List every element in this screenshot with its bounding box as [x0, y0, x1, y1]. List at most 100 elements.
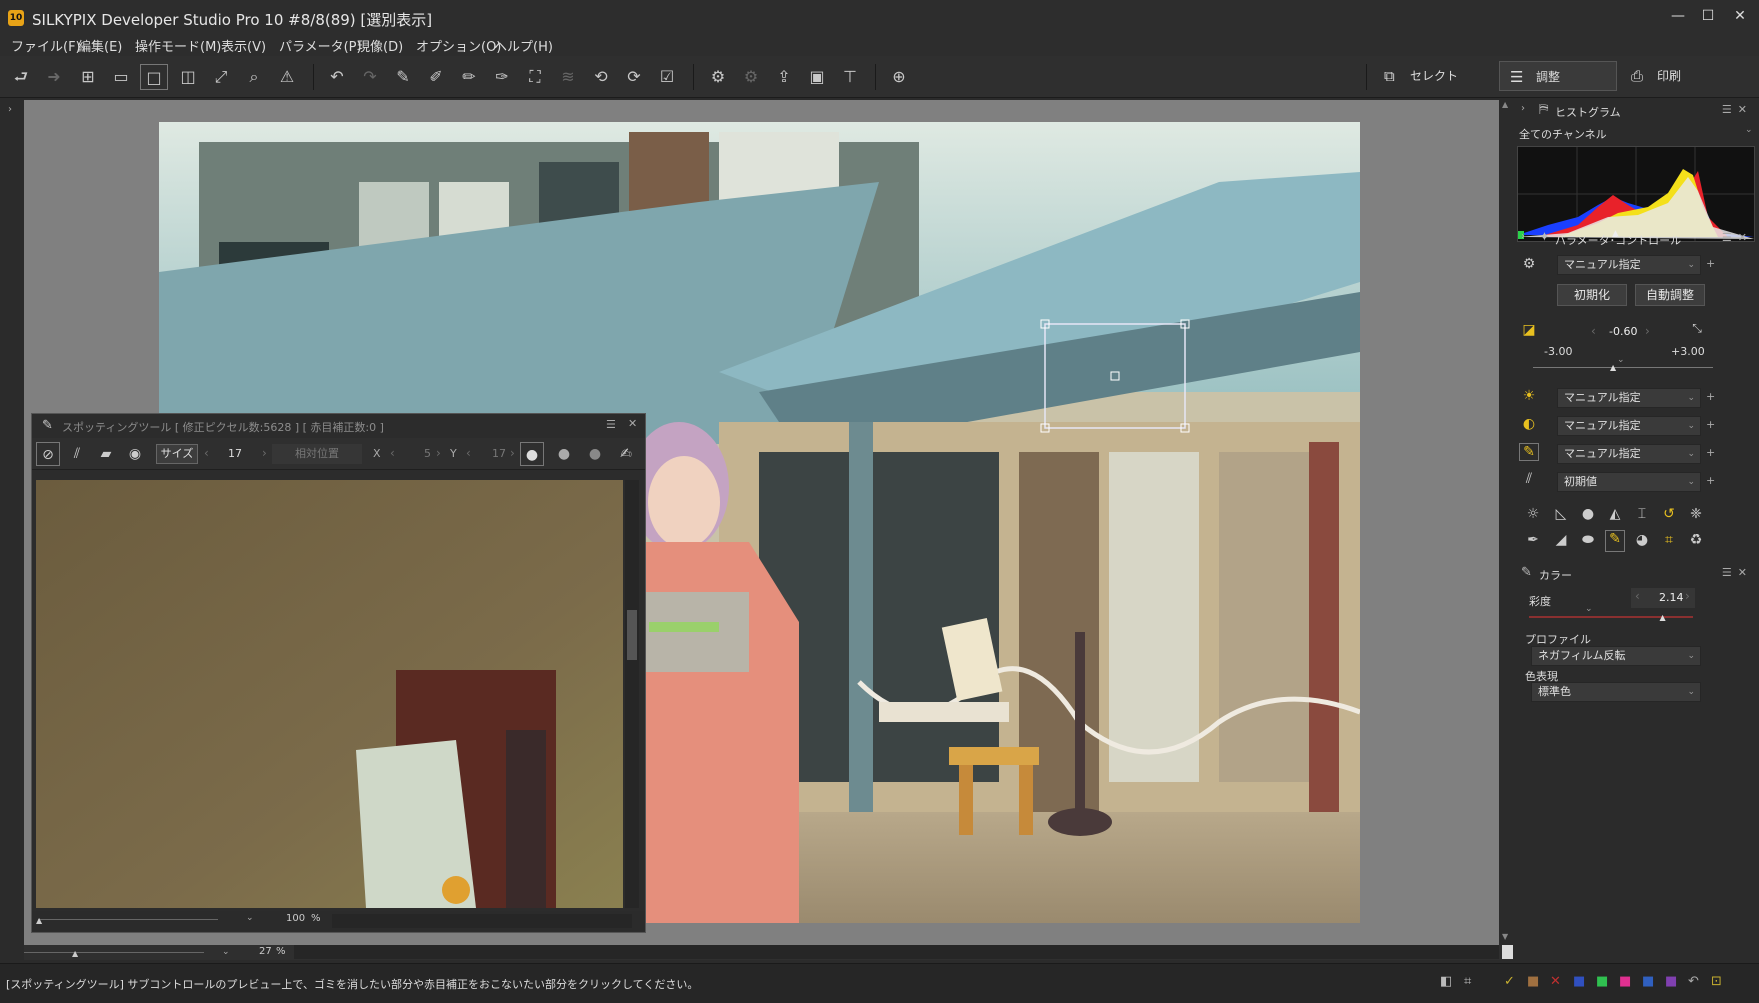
- medium-circle-icon[interactable]: ●: [552, 442, 576, 466]
- saturation-slider[interactable]: [1529, 616, 1693, 618]
- eraser-icon[interactable]: ▰: [94, 442, 118, 466]
- preview-zoom-track[interactable]: [38, 919, 218, 920]
- rotate-left-icon[interactable]: ⟲: [587, 64, 615, 90]
- size-increment-icon[interactable]: ›: [262, 446, 267, 460]
- zoom-dropdown-icon[interactable]: ⌄: [222, 947, 230, 957]
- export-icon[interactable]: ⇪: [770, 64, 798, 90]
- x-increment-icon[interactable]: ›: [436, 446, 441, 460]
- check-mark-icon[interactable]: ✓: [1504, 974, 1515, 989]
- sharpness-icon[interactable]: ✎: [1519, 443, 1539, 461]
- copy-param-icon[interactable]: ✎: [389, 64, 417, 90]
- y-decrement-icon[interactable]: ‹: [466, 446, 471, 460]
- size-button[interactable]: サイズ: [156, 444, 198, 464]
- transform-icon[interactable]: ⛶: [521, 64, 549, 90]
- spot-brush-icon[interactable]: ⫽: [65, 442, 89, 466]
- rotate-right-icon[interactable]: ⟳: [620, 64, 648, 90]
- next-icon[interactable]: ➜: [40, 64, 68, 90]
- minimize-button[interactable]: —: [1664, 6, 1692, 26]
- collapse-arrow-icon[interactable]: ›: [1521, 103, 1525, 114]
- menu-develop[interactable]: 現像(D): [357, 36, 403, 55]
- thumbnail-grid-icon[interactable]: ⊞: [74, 64, 102, 90]
- reject-icon[interactable]: ✕: [1550, 974, 1561, 989]
- label-blue-icon[interactable]: ■: [1573, 974, 1585, 989]
- zoom-slider-track[interactable]: [24, 952, 204, 953]
- reset-button[interactable]: 初期化: [1557, 284, 1627, 306]
- size-decrement-icon[interactable]: ‹: [204, 446, 209, 460]
- exposure-value[interactable]: -0.60: [1609, 325, 1637, 338]
- curve-tool-icon[interactable]: ◺: [1551, 506, 1571, 522]
- plus-icon[interactable]: +: [1706, 257, 1715, 270]
- maximize-button[interactable]: ☐: [1694, 6, 1722, 26]
- label-navy-icon[interactable]: ■: [1642, 974, 1654, 989]
- plus-icon[interactable]: +: [1706, 474, 1715, 487]
- fisheye-tool-icon[interactable]: ⬬: [1578, 532, 1598, 548]
- white-balance-icon[interactable]: ☀: [1519, 388, 1539, 404]
- eraser-pen-icon[interactable]: ✑: [488, 64, 516, 90]
- panel-menu-close-icon[interactable]: ☰✕: [1722, 103, 1753, 116]
- mode-print-tab[interactable]: ⎙ 印刷: [1621, 61, 1741, 91]
- preview-zoom-dropdown-icon[interactable]: ⌄: [246, 913, 254, 923]
- single-view-icon[interactable]: □: [140, 64, 168, 90]
- exposure-slider-thumb[interactable]: ▲: [1610, 363, 1616, 372]
- saturation-increment-icon[interactable]: ›: [1685, 589, 1690, 603]
- scroll-down-icon[interactable]: ▼: [1502, 932, 1508, 941]
- preset-dropdown[interactable]: マニュアル指定 ⌄: [1557, 255, 1701, 275]
- saturation-decrement-icon[interactable]: ‹: [1635, 589, 1640, 603]
- previous-icon[interactable]: ⮐: [7, 64, 35, 90]
- zoom-icon[interactable]: ⌕: [240, 64, 268, 90]
- menu-help[interactable]: ヘルプ(H): [494, 36, 553, 55]
- x-value[interactable]: 5: [424, 447, 431, 460]
- label-pink-icon[interactable]: ■: [1619, 974, 1631, 989]
- monitor-icon[interactable]: ▣: [803, 64, 831, 90]
- layers-icon[interactable]: ≋: [554, 64, 582, 90]
- expand-panel-icon[interactable]: ›: [8, 104, 12, 115]
- menu-options[interactable]: オプション(O): [416, 36, 501, 55]
- saturation-spinner[interactable]: ‹ 2.14 ›: [1631, 588, 1695, 608]
- histogram-channel-select[interactable]: 全てのチャンネル ⌄: [1513, 124, 1759, 142]
- menu-file[interactable]: ファイル(F): [11, 36, 81, 55]
- close-button[interactable]: ✕: [1726, 6, 1754, 26]
- label-purple-icon[interactable]: ■: [1665, 974, 1677, 989]
- batch-develop-icon[interactable]: ⚙: [737, 64, 765, 90]
- noise-dropdown[interactable]: 初期値 ⌄: [1557, 472, 1701, 492]
- compare-view-icon[interactable]: ◫: [174, 64, 202, 90]
- hard-circle-icon[interactable]: ●: [520, 442, 544, 466]
- y-increment-icon[interactable]: ›: [510, 446, 515, 460]
- profile-dropdown[interactable]: ネガフィルム反転 ⌄: [1531, 646, 1701, 666]
- tone-tool-icon[interactable]: ◢: [1551, 532, 1571, 548]
- menu-operation-mode[interactable]: 操作モード(M): [135, 36, 221, 55]
- filmstrip-icon[interactable]: ▭: [107, 64, 135, 90]
- fill-tool-icon[interactable]: ◕: [1632, 532, 1652, 548]
- preview-vscroll-thumb[interactable]: [627, 610, 637, 660]
- y-value[interactable]: 17: [492, 447, 506, 460]
- exposure-slider[interactable]: [1533, 367, 1713, 368]
- exposure-auto-icon[interactable]: ⤡: [1687, 321, 1707, 336]
- preview-hscroll[interactable]: [332, 914, 632, 928]
- histogram-header[interactable]: › ⛿ ヒストグラム ☰✕: [1513, 100, 1759, 122]
- contrast-dropdown[interactable]: マニュアル指定 ⌄: [1557, 416, 1701, 436]
- scroll-up-icon[interactable]: ▲: [1502, 100, 1508, 109]
- panel-menu-close-icon[interactable]: ☰✕: [1722, 566, 1753, 579]
- soft-circle-icon[interactable]: ●: [583, 442, 607, 466]
- size-value[interactable]: 17: [228, 447, 242, 460]
- color-header[interactable]: ✎ カラー ☰✕: [1513, 563, 1759, 585]
- plus-icon[interactable]: +: [1706, 446, 1715, 459]
- undo-mark-icon[interactable]: ↶: [1688, 974, 1699, 989]
- crop-tool-icon[interactable]: ⌗: [1659, 532, 1679, 548]
- menu-view[interactable]: 表示(V): [221, 36, 266, 55]
- preview-zoom-thumb[interactable]: ▲: [36, 916, 42, 925]
- param-control-header[interactable]: › ✦ パラメータ･コントロール ☰✕: [1513, 228, 1759, 250]
- viewport-vscroll[interactable]: ▲ ▼: [1499, 100, 1513, 945]
- relative-position-button[interactable]: 相対位置: [272, 444, 362, 464]
- panel-close-icon[interactable]: ✕: [628, 417, 637, 430]
- saturation-slider-thumb[interactable]: ▲: [1659, 613, 1665, 622]
- panel-menu-close-icon[interactable]: ☰✕: [1722, 231, 1753, 244]
- dodge-tool-icon[interactable]: ✒: [1523, 532, 1543, 548]
- spotting-preview[interactable]: [36, 480, 623, 908]
- effects-tool-icon[interactable]: ❈: [1686, 506, 1706, 522]
- pen-icon[interactable]: ✏: [455, 64, 483, 90]
- rotate-tool-icon[interactable]: ↺: [1659, 506, 1679, 522]
- lock-icon[interactable]: ⊡: [1711, 974, 1722, 989]
- undo-icon[interactable]: ↶: [323, 64, 351, 90]
- brightness-tool-icon[interactable]: ☼: [1523, 506, 1543, 522]
